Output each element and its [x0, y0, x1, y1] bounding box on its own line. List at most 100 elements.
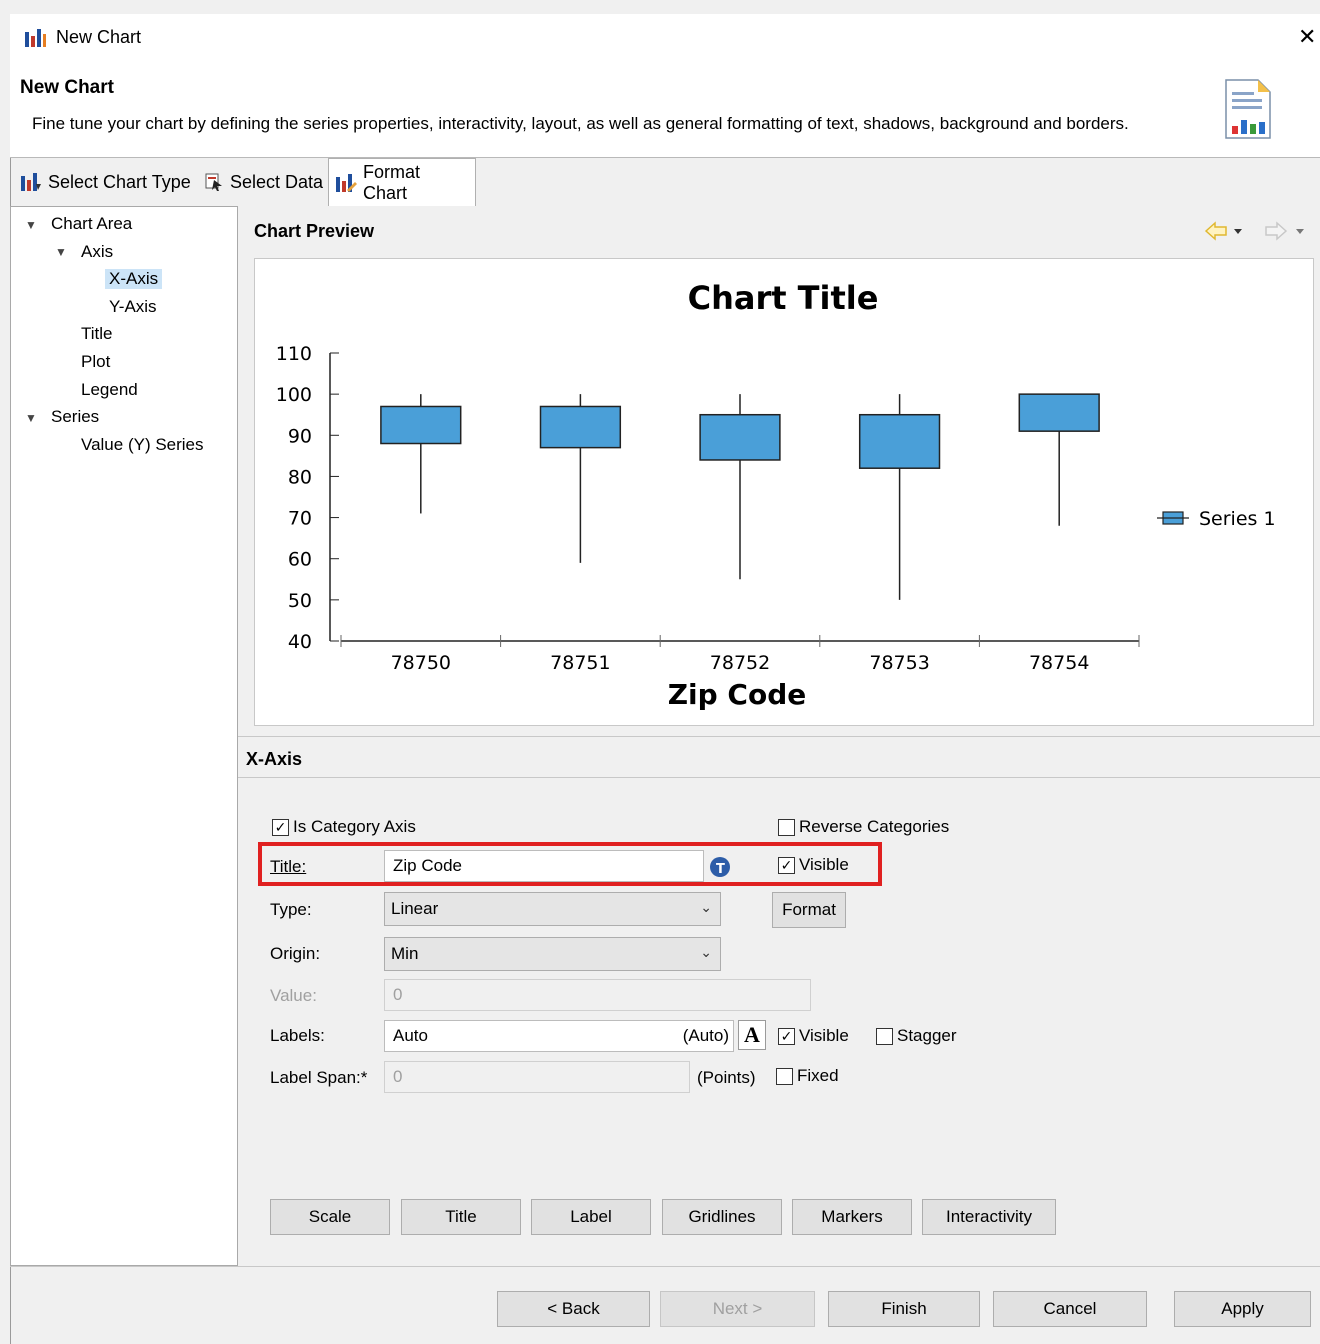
chevron-down-icon[interactable]: ▼: [25, 218, 37, 232]
open-close-box: [1018, 393, 1100, 432]
y-tick-label: 50: [288, 590, 312, 612]
x-tick-label: 78752: [710, 652, 770, 674]
checkbox-label: Stagger: [897, 1026, 957, 1045]
origin-select[interactable]: Min ⌄: [384, 937, 721, 971]
y-tick-label: 80: [288, 466, 312, 488]
tab-format-chart[interactable]: Format Chart: [328, 158, 476, 206]
preview-heading: Chart Preview: [254, 221, 375, 241]
chart-app-icon: [25, 29, 46, 47]
forward-arrow-icon[interactable]: [1265, 221, 1304, 241]
y-tick-label: 40: [288, 631, 312, 653]
open-close-box: [380, 405, 462, 445]
properties-heading: X-Axis: [246, 749, 303, 769]
back-arrow-icon[interactable]: [1204, 221, 1242, 241]
fixed-checkbox[interactable]: Fixed: [776, 1066, 839, 1086]
tab-select-chart-type[interactable]: Select Chart Type: [14, 158, 197, 206]
label-span-label: Label Span:*: [270, 1068, 368, 1087]
scale-button[interactable]: Scale: [270, 1199, 390, 1235]
next-button: Next >: [660, 1291, 815, 1327]
points-suffix: (Points): [697, 1068, 756, 1087]
x-tick-label: 78750: [391, 652, 451, 674]
label-span-input: 0: [384, 1061, 690, 1093]
cancel-button[interactable]: Cancel: [993, 1291, 1147, 1327]
tab-label: Format Chart: [363, 161, 421, 203]
stagger-checkbox[interactable]: Stagger: [876, 1026, 957, 1046]
wizard-header: New Chart Fine tune your chart by defini…: [10, 62, 1320, 158]
reverse-categories-checkbox[interactable]: Reverse Categories: [778, 817, 949, 837]
checkbox-label: Fixed: [797, 1066, 839, 1085]
close-icon[interactable]: ✕: [1298, 24, 1316, 50]
labels-visible-checkbox[interactable]: ✓ Visible: [778, 1026, 849, 1046]
checkbox-label: Reverse Categories: [799, 817, 950, 836]
footer-divider: [10, 1266, 1320, 1267]
y-tick-label: 70: [288, 508, 312, 530]
chart-title: Chart Title: [688, 279, 879, 317]
header-title: New Chart: [20, 77, 114, 98]
type-label: Type:: [270, 900, 312, 919]
is-category-axis-checkbox[interactable]: ✓ Is Category Axis: [272, 817, 416, 837]
labels-value: Auto: [393, 1026, 428, 1045]
wizard-document-icon: [1225, 79, 1271, 139]
labels-input[interactable]: Auto (Auto): [384, 1020, 734, 1052]
chevron-down-icon: ⌄: [700, 944, 712, 960]
tab-label: Select Chart Type: [48, 171, 191, 192]
chart-type-icon: [21, 173, 41, 191]
chevron-down-icon[interactable]: ▼: [25, 411, 37, 425]
open-close-box: [539, 405, 622, 449]
header-description: Fine tune your chart by defining the ser…: [32, 114, 1129, 133]
label-button[interactable]: Label: [531, 1199, 651, 1235]
origin-value: Min: [391, 944, 419, 963]
markers-button[interactable]: Markers: [792, 1199, 912, 1235]
x-tick-label: 78754: [1029, 652, 1089, 674]
x-tick-label: 78753: [869, 652, 929, 674]
labels-auto-suffix: (Auto): [682, 1026, 729, 1045]
open-close-box: [858, 413, 941, 469]
checkbox-unchecked-icon: [876, 1027, 893, 1045]
tree-item-value-y-series[interactable]: Value (Y) Series: [81, 435, 204, 455]
checkbox-label: Visible: [799, 1026, 849, 1045]
chevron-down-icon[interactable]: ▼: [55, 245, 67, 259]
x-tick-label: 78751: [550, 652, 610, 674]
chevron-down-icon: ⌄: [700, 899, 712, 915]
select-data-icon: [205, 173, 222, 191]
window-title: New Chart: [56, 27, 142, 47]
open-close-box: [699, 413, 781, 461]
chart-canvas: Chart Title Zip Code 40 50 60 70 80 90 100 110 7…: [254, 258, 1314, 726]
tab-select-data[interactable]: Select Data: [198, 158, 329, 206]
tree-item-title[interactable]: Title: [81, 324, 113, 344]
tree-item-x-axis[interactable]: X-Axis: [105, 269, 163, 289]
checkbox-label: Is Category Axis: [293, 817, 416, 836]
format-button[interactable]: Format: [772, 892, 846, 928]
title-button[interactable]: Title: [401, 1199, 521, 1235]
checkbox-unchecked-icon: [776, 1067, 793, 1085]
tree-item-legend[interactable]: Legend: [81, 380, 138, 400]
stock-chart: Chart Title Zip Code 40 50 60 70 80 90 100 110 7…: [276, 279, 1276, 711]
checkbox-checked-icon: ✓: [778, 1027, 795, 1045]
value-input: 0: [384, 979, 811, 1011]
tree-item-y-axis[interactable]: Y-Axis: [109, 297, 157, 317]
properties-header: X-Axis: [238, 736, 1320, 778]
y-tick-label: 60: [288, 549, 312, 571]
origin-label: Origin:: [270, 944, 321, 963]
format-tree: ▼ Chart Area ▼ Axis X-Axis Y-Axis Title …: [10, 206, 238, 1266]
interactivity-button[interactable]: Interactivity: [922, 1199, 1056, 1235]
back-button[interactable]: < Back: [497, 1291, 650, 1327]
type-value: Linear: [391, 899, 439, 918]
checkbox-unchecked-icon: [778, 818, 795, 836]
annotation-highlight-box: [258, 842, 882, 886]
gridlines-button[interactable]: Gridlines: [662, 1199, 782, 1235]
tree-item-series[interactable]: Series: [51, 407, 99, 427]
finish-button[interactable]: Finish: [828, 1291, 980, 1327]
tab-label: Select Data: [230, 171, 324, 192]
apply-button[interactable]: Apply: [1174, 1291, 1311, 1327]
labels-label: Labels:: [270, 1026, 325, 1045]
tree-item-axis[interactable]: Axis: [81, 242, 113, 262]
y-tick-label: 110: [276, 343, 312, 365]
checkbox-checked-icon: ✓: [272, 818, 289, 836]
preview-nav: [1204, 221, 1304, 241]
y-tick-label: 90: [288, 425, 312, 447]
type-select[interactable]: Linear ⌄: [384, 892, 721, 926]
tree-item-plot[interactable]: Plot: [81, 352, 110, 372]
tree-item-chart-area[interactable]: Chart Area: [51, 214, 132, 234]
font-icon[interactable]: A: [738, 1020, 766, 1050]
